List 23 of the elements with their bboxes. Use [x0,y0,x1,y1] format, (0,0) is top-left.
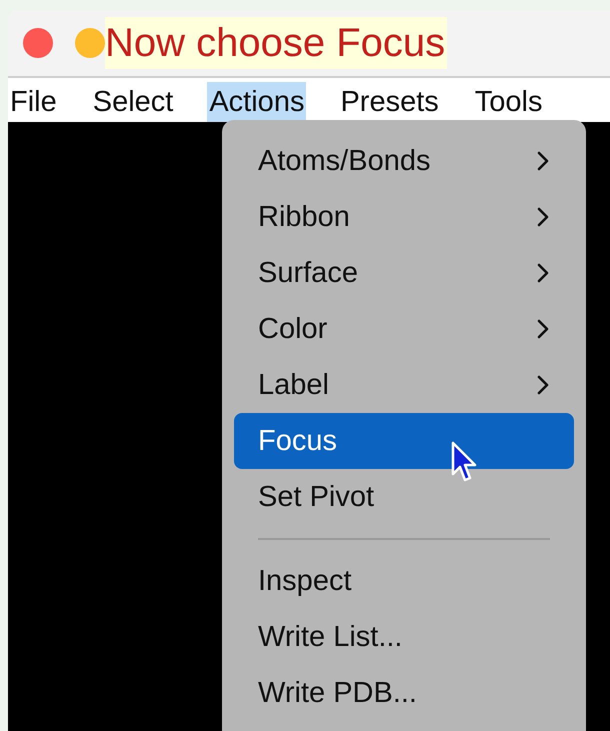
chevron-right-icon [536,262,550,284]
menu-item[interactable]: Atoms/Bonds [234,133,574,189]
menu-bar-item[interactable]: File [8,82,59,122]
menu-bar-item[interactable]: Select [90,82,176,122]
chevron-right-icon [536,206,550,228]
menu-item[interactable]: Surface [234,245,574,301]
menu-item[interactable]: Inspect [234,553,574,609]
chevron-right-icon [536,318,550,340]
menu-item[interactable]: Write List... [234,609,574,665]
menu-item[interactable]: Label [234,357,574,413]
menu-item[interactable]: Write PDB... [234,665,574,721]
close-button[interactable] [23,28,53,58]
menu-item[interactable]: Focus [234,413,574,469]
menu-bar-item[interactable]: Tools [472,82,544,122]
menu-item[interactable]: Set Pivot [234,469,574,525]
minimize-button[interactable] [75,28,105,58]
menu-item[interactable]: Ribbon [234,189,574,245]
caption-text: Now choose Focus [105,17,448,69]
menu-bar-item[interactable]: Actions [207,82,306,122]
chevron-right-icon [536,374,550,396]
menu-bar-item[interactable]: Presets [338,82,441,122]
menu-item[interactable]: Color [234,301,574,357]
chevron-right-icon [536,150,550,172]
